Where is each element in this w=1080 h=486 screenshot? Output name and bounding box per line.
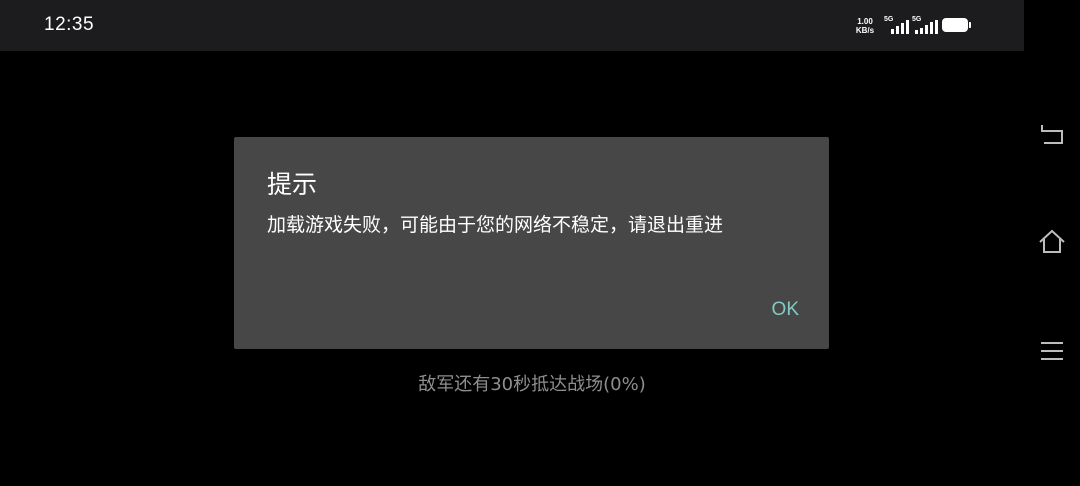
signal-2-label: 5G (912, 16, 922, 23)
status-bar: 12:35 1.00 KB/s 5G 5G (0, 0, 1024, 51)
back-icon[interactable] (1038, 120, 1066, 148)
home-icon[interactable] (1038, 228, 1066, 256)
game-screen: 12:35 1.00 KB/s 5G 5G 提示 加载游戏失败，可能由于您的网络… (0, 0, 1080, 486)
signal-1-label: 5G (884, 16, 894, 23)
navigation-bar (1024, 0, 1080, 486)
network-speed-unit: KB/s (855, 26, 875, 35)
status-time: 12:35 (44, 14, 95, 35)
loading-status-text: 敌军还有30秒抵达战场(0%) (418, 374, 646, 395)
alert-dialog: 提示 加载游戏失败，可能由于您的网络不稳定，请退出重进 OK (234, 137, 829, 349)
signal-icon: 5G (912, 16, 938, 34)
signal-icon: 5G (884, 16, 909, 34)
battery-icon (942, 18, 971, 32)
menu-icon[interactable] (1038, 337, 1066, 365)
dialog-message: 加载游戏失败，可能由于您的网络不稳定，请退出重进 (267, 214, 724, 236)
dialog-title: 提示 (267, 170, 318, 199)
network-speed: 1.00 KB/s (852, 17, 878, 35)
network-speed-value: 1.00 (857, 17, 873, 26)
ok-button[interactable]: OK (772, 299, 799, 321)
